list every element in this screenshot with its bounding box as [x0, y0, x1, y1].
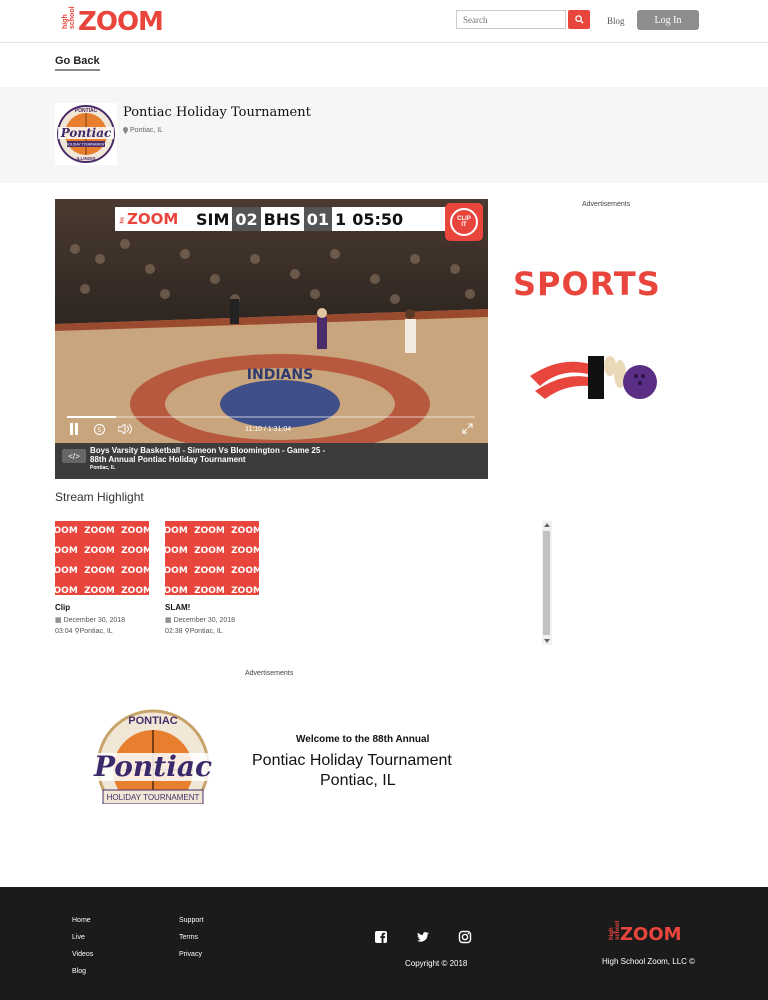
stream-highlight-title: Stream Highlight [55, 490, 144, 504]
tournament-logo-script: Pontiac [60, 126, 112, 140]
tournament-logo-bottom: ILLINOIS [77, 156, 96, 161]
highlight-name[interactable]: SLAM! [165, 603, 260, 612]
highlight-meta: ▦ December 30, 2018 02:38 ⚲Pontiac, IL [165, 617, 236, 635]
highlight-scrollbar[interactable] [542, 521, 552, 645]
video-player[interactable]: INDIANS hs ZOOM SIM 02 BHS 01 1 05:50 CLI… [55, 199, 488, 479]
facebook-icon[interactable] [374, 930, 388, 944]
pontiac-ad-logo: PONTIAC Pontiac HOLIDAY TOURNAMENT [73, 709, 233, 804]
ad-welcome-text: Welcome to the 88th Annual [296, 734, 430, 745]
replay-5-icon[interactable]: 5 [93, 423, 106, 436]
footer-logo[interactable]: high school ZOOM [609, 920, 682, 945]
scrollbar-thumb[interactable] [543, 531, 550, 635]
footer-link-terms[interactable]: Terms [179, 934, 198, 941]
ad-title: Pontiac Holiday Tournament [252, 752, 452, 769]
tournament-logo-sub: HOLIDAY TOURNAMENT [66, 143, 107, 147]
highlight-list: ZOOM ZOOM ZOOM ZOOM ZOOM ZOOM ZOOM ZOOM … [55, 521, 552, 645]
search-icon [574, 15, 584, 24]
highlight-meta: ▦ December 30, 2018 03:04 ⚲Pontiac, IL [55, 617, 126, 635]
login-button[interactable]: Log In [637, 10, 699, 30]
game-clock: 05:50 [352, 209, 404, 229]
embed-button[interactable]: </> [62, 449, 86, 463]
footer-link-blog[interactable]: Blog [72, 968, 86, 975]
tournament-logo-top: PONTIAC [75, 108, 98, 114]
footer-company: High School Zoom, LLC © [602, 957, 696, 966]
score-home: 02 [232, 207, 261, 231]
tournament-banner: PONTIAC Pontiac HOLIDAY TOURNAMENT ILLIN… [0, 87, 768, 183]
scoreboard-logo: hs ZOOM [119, 210, 179, 228]
footer-copyright: Copyright © 2018 [405, 959, 468, 968]
svg-text:5: 5 [98, 428, 102, 434]
ad-logo-sub: HOLIDAY TOURNAMENT [107, 793, 200, 802]
ad-label-bottom: Advertisements [245, 670, 294, 677]
bowling-ad[interactable] [530, 356, 674, 399]
calendar-icon: ▦ [165, 617, 172, 624]
ad-location: Pontiac, IL [320, 772, 396, 789]
embed-icon: </> [68, 451, 80, 461]
bottom-ad[interactable]: PONTIAC Pontiac HOLIDAY TOURNAMENT Welco… [68, 708, 468, 804]
scroll-down-icon[interactable] [544, 639, 550, 643]
twitter-icon[interactable] [416, 930, 430, 944]
scroll-up-icon[interactable] [544, 523, 550, 527]
score-away: 01 [303, 207, 333, 231]
progress-bar[interactable] [67, 416, 475, 418]
calendar-icon: ▦ [55, 617, 62, 624]
site-header: highschool ZOOM Blog Log In [0, 0, 768, 43]
video-caption: </> Boys Varsity Basketball - Simeon Vs … [55, 443, 488, 479]
go-back-link[interactable]: Go Back [55, 55, 100, 71]
footer-link-home[interactable]: Home [72, 917, 91, 924]
video-time: 11:10 / 1:31:04 [245, 426, 292, 433]
blog-link[interactable]: Blog [607, 16, 625, 26]
ad-logo-top: PONTIAC [128, 715, 178, 727]
clip-it-button[interactable]: CLIP IT [445, 203, 483, 241]
highlight-thumbnail[interactable]: ZOOM ZOOM ZOOM ZOOM ZOOM ZOOM ZOOM ZOOM … [165, 521, 259, 595]
video-location: Pontiac, IL [90, 465, 116, 471]
site-footer: Home Live Videos Blog Support Terms Priv… [0, 887, 768, 1000]
progress-fill [67, 416, 116, 418]
video-frame: INDIANS [55, 199, 488, 443]
ad-logo-script: Pontiac [93, 750, 212, 783]
footer-link-support[interactable]: Support [179, 917, 204, 924]
logo-text: ZOOM [78, 7, 164, 37]
fullscreen-icon[interactable] [462, 423, 473, 434]
team-home: SIM [196, 209, 230, 229]
highlight-card[interactable]: ZOOM ZOOM ZOOM ZOOM ZOOM ZOOM ZOOM ZOOM … [165, 521, 260, 637]
period: 1 [335, 209, 347, 229]
search-button[interactable] [568, 10, 590, 29]
highlight-thumbnail[interactable]: ZOOM ZOOM ZOOM ZOOM ZOOM ZOOM ZOOM ZOOM … [55, 521, 149, 595]
footer-logo-small: high school [609, 920, 621, 940]
tournament-logo: PONTIAC Pontiac HOLIDAY TOURNAMENT ILLIN… [55, 103, 117, 165]
tournament-title: Pontiac Holiday Tournament [123, 105, 311, 120]
court-text: INDIANS [247, 367, 313, 383]
instagram-icon[interactable] [458, 930, 472, 944]
highlight-card[interactable]: ZOOM ZOOM ZOOM ZOOM ZOOM ZOOM ZOOM ZOOM … [55, 521, 150, 637]
scoreboard: hs ZOOM SIM 02 BHS 01 1 05:50 [115, 207, 483, 231]
highlight-name[interactable]: Clip [55, 603, 150, 612]
video-controls: 5 11:10 / 1:31:04 [55, 412, 488, 442]
logo-small-text: high school [62, 6, 76, 29]
team-away: BHS [263, 209, 301, 229]
footer-logo-text: ZOOM [620, 924, 682, 945]
footer-link-privacy[interactable]: Privacy [179, 951, 202, 958]
pause-icon[interactable] [69, 423, 79, 435]
search-input[interactable] [456, 10, 566, 29]
site-logo[interactable]: high school ZOOM [62, 6, 164, 37]
sports-ad[interactable]: SPORTS [513, 265, 661, 303]
map-marker-icon [123, 127, 128, 134]
footer-link-live[interactable]: Live [72, 934, 85, 941]
clip-icon: CLIP IT [450, 208, 478, 236]
volume-icon[interactable] [118, 424, 133, 434]
footer-link-videos[interactable]: Videos [72, 951, 93, 958]
tournament-location: Pontiac, IL [123, 127, 163, 134]
video-title: Boys Varsity Basketball - Simeon Vs Bloo… [90, 446, 326, 464]
ad-label-right: Advertisements [582, 201, 631, 208]
